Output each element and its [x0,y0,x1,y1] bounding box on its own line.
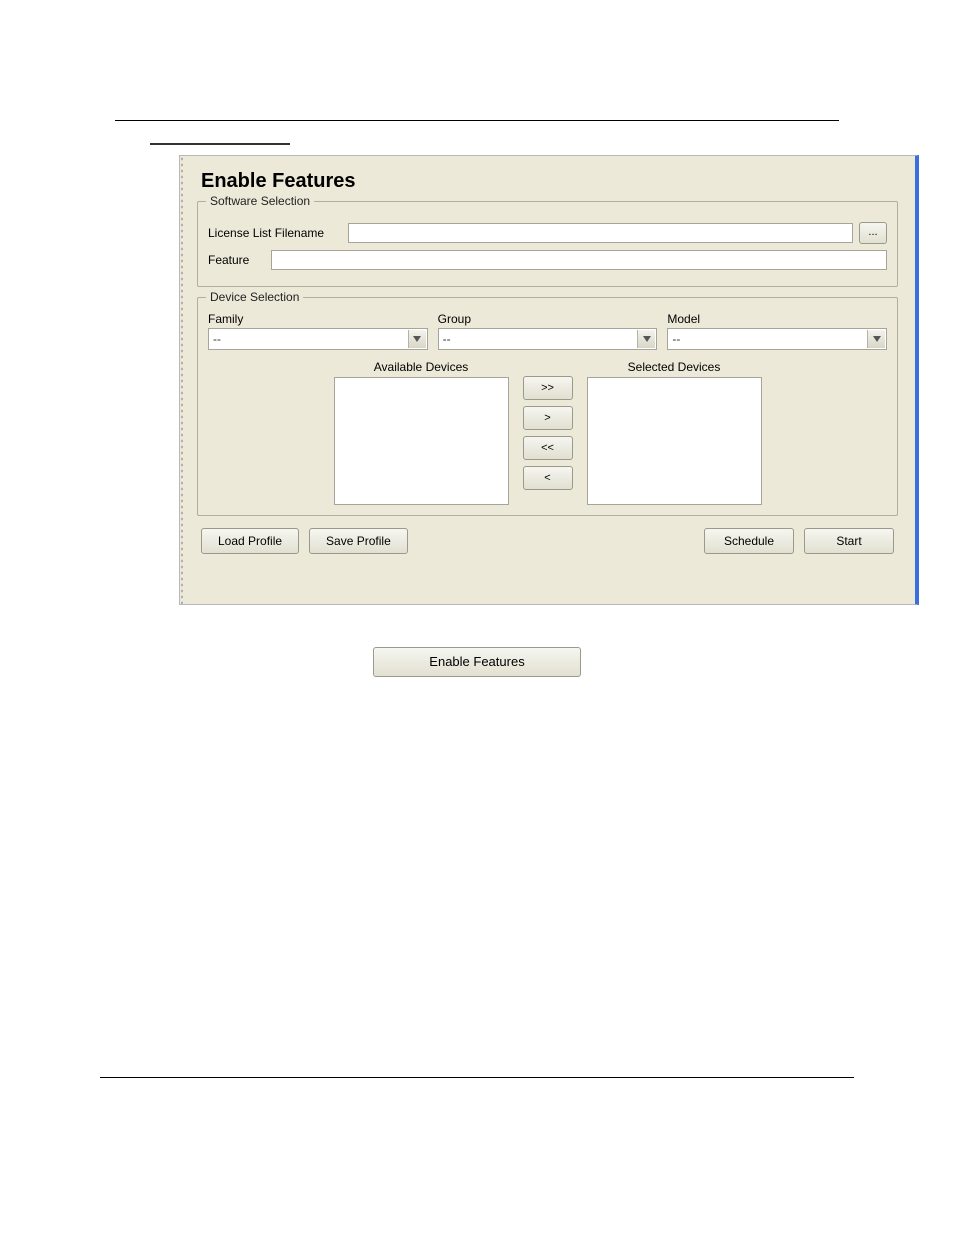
model-label: Model [667,312,879,326]
schedule-button[interactable]: Schedule [704,528,794,554]
start-button[interactable]: Start [804,528,894,554]
feature-input[interactable] [271,250,887,270]
top-divider [115,120,839,121]
move-right-button[interactable]: > [523,406,573,430]
group-value: -- [443,332,451,346]
family-label: Family [208,312,420,326]
family-value: -- [213,332,221,346]
browse-button[interactable]: ... [859,222,887,244]
panel-title: Enable Features [201,170,898,193]
chevron-down-icon [408,330,426,348]
enable-features-panel: Enable Features Software Selection Licen… [179,155,919,605]
chevron-down-icon [867,330,885,348]
selected-devices-label: Selected Devices [628,360,721,374]
software-selection-group: Software Selection License List Filename… [197,201,898,287]
save-profile-button[interactable]: Save Profile [309,528,408,554]
group-label: Group [438,312,650,326]
device-selection-legend: Device Selection [206,290,303,304]
chevron-down-icon [637,330,655,348]
group-dropdown[interactable]: -- [438,328,658,350]
software-selection-legend: Software Selection [206,194,314,208]
left-dotted-edge [180,156,184,604]
selected-devices-list[interactable] [587,377,762,505]
model-dropdown[interactable]: -- [667,328,887,350]
bottom-divider [100,1077,854,1078]
family-dropdown[interactable]: -- [208,328,428,350]
enable-features-button[interactable]: Enable Features [373,647,581,677]
move-all-left-button[interactable]: << [523,436,573,460]
feature-label: Feature [208,253,263,267]
license-filename-label: License List Filename [208,226,340,240]
model-value: -- [672,332,680,346]
underline-decoration [150,129,290,145]
device-selection-group: Device Selection Family -- Group [197,297,898,516]
available-devices-label: Available Devices [374,360,469,374]
move-left-button[interactable]: < [523,466,573,490]
license-filename-input[interactable] [348,223,853,243]
load-profile-button[interactable]: Load Profile [201,528,299,554]
available-devices-list[interactable] [334,377,509,505]
move-all-right-button[interactable]: >> [523,376,573,400]
